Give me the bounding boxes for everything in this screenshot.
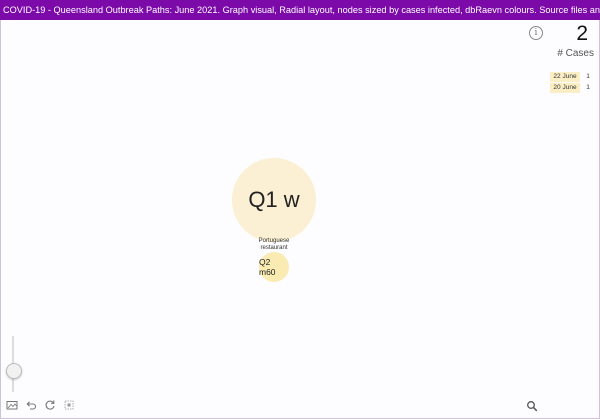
node-label: Q2 m60 [259,257,276,277]
search-icon[interactable] [526,399,538,412]
node-q1[interactable]: Q1 w [232,158,316,242]
header-bar: COVID-19 - Queensland Outbreak Paths: Ju… [0,0,600,20]
date-label: 20 June [550,83,580,93]
date-list: 22 June 1 20 June 1 [550,72,596,94]
case-count: 2 [576,22,588,45]
zoom-slider-thumb[interactable] [6,363,22,379]
edge-label-line: restaurant [260,245,288,251]
node-label: Q1 w [248,187,300,212]
undo-icon[interactable] [25,399,37,411]
node-q2[interactable]: Q2 m60 [259,252,289,282]
edge-label: Portuguese restaurant [244,238,304,252]
date-row[interactable]: 22 June 1 [550,72,596,82]
case-count-label: # Cases [557,48,594,59]
fit-icon[interactable] [63,399,75,411]
date-value: 1 [586,73,590,80]
refresh-icon[interactable] [44,399,56,411]
date-value: 1 [586,84,590,91]
screenshot-icon[interactable] [6,399,18,411]
date-row[interactable]: 20 June 1 [550,83,596,93]
info-icon[interactable]: i [529,26,543,40]
header-title: COVID-19 - Queensland Outbreak Paths: Ju… [3,5,600,15]
date-label: 22 June [550,72,580,82]
edge-label-line: Portuguese [258,238,290,244]
